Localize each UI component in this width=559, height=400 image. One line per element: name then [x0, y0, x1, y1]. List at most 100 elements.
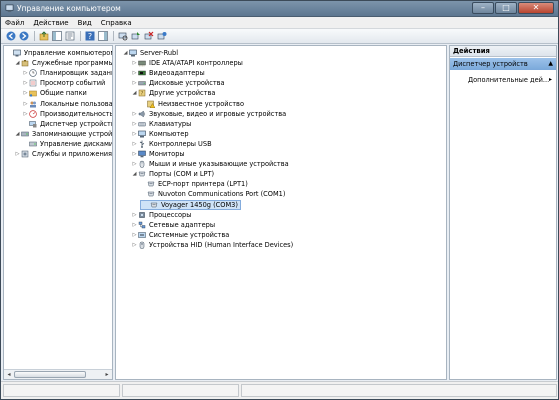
device-tree-item-label: Мониторы	[149, 150, 185, 158]
device-tree-item-row[interactable]: Voyager 1450g (COM3)	[140, 199, 241, 210]
expand-arrow-icon[interactable]: ▷	[131, 139, 138, 149]
console-tree-item-label: Служебные программы	[32, 59, 113, 68]
scroll-right-arrow[interactable]: ▸	[102, 370, 112, 379]
scroll-thumb[interactable]	[14, 371, 86, 378]
console-tree-pane[interactable]: Управление компьютером (л◢Служебные прог…	[3, 45, 113, 380]
device-tree-item-row[interactable]: ▷ Процессоры	[131, 210, 192, 220]
expand-arrow-icon[interactable]: ▷	[14, 149, 21, 159]
scroll-left-arrow[interactable]: ◂	[4, 370, 14, 379]
console-tree-item-row[interactable]: ▷ Производительность	[22, 109, 112, 119]
storage-icon	[21, 131, 29, 137]
horizontal-scrollbar[interactable]: ◂ ▸	[4, 369, 112, 379]
properties-icon[interactable]	[64, 31, 75, 42]
monitor-icon	[138, 150, 146, 158]
expand-arrow-icon[interactable]: ▷	[131, 119, 138, 129]
console-tree-item-row[interactable]: ▷ Службы и приложения	[14, 149, 112, 159]
device-tree-item-row[interactable]: Nuvoton Communications Port (COM1)	[140, 189, 285, 199]
up-folder-icon[interactable]	[38, 31, 49, 42]
device-tree-item-label: Voyager 1450g (COM3)	[161, 200, 238, 209]
device-tree-item-label: Порты (COM и LPT)	[149, 170, 215, 179]
expand-arrow-icon[interactable]: ▷	[22, 78, 29, 88]
device-tree-item-row[interactable]: ECP-порт принтера (LPT1)	[140, 179, 248, 189]
console-tree-item-row[interactable]: ▷ Планировщик заданий	[22, 68, 112, 78]
expand-arrow-icon[interactable]: ▷	[131, 240, 138, 250]
more-actions-item[interactable]: Дополнительные дей... ▸	[468, 76, 552, 84]
collapse-arrow-icon[interactable]: ◢	[14, 129, 21, 139]
device-tree-item-row[interactable]: ▷ Видеоадаптеры	[131, 68, 205, 78]
uninstall-device-icon[interactable]	[156, 31, 167, 42]
expand-arrow-icon[interactable]: ▷	[131, 78, 138, 88]
console-tree-item-row[interactable]: Управление компьютером (л	[6, 48, 113, 58]
actions-section-label: Диспетчер устройств	[453, 60, 528, 68]
menu-help[interactable]: Справка	[101, 19, 132, 27]
expand-arrow-icon[interactable]: ▷	[131, 68, 138, 78]
show-hide-action-icon[interactable]	[97, 31, 108, 42]
expand-arrow-icon[interactable]: ▷	[131, 159, 138, 169]
device-tree-item-row[interactable]: ▷ Устройства HID (Human Interface Devices…	[131, 240, 294, 250]
device-tree-item-row[interactable]: ▷ Мониторы	[131, 149, 185, 159]
menu-action[interactable]: Действие	[33, 19, 68, 27]
collapse-arrow-icon[interactable]: ◢	[131, 88, 138, 98]
actions-header: Действия	[450, 46, 556, 57]
shared-folder-icon	[29, 91, 37, 98]
show-hide-tree-icon[interactable]	[51, 31, 62, 42]
minimize-button[interactable]: –	[472, 2, 494, 14]
device-tree-item-row[interactable]: ▷ Звуковые, видео и игровые устройства	[131, 109, 287, 119]
device-tree-item-row[interactable]: ▷ Контроллеры USB	[131, 139, 212, 149]
console-tree-item-row[interactable]: ▷ Общие папки	[22, 88, 87, 98]
expand-arrow-icon[interactable]: ▷	[131, 220, 138, 230]
device-tree-item-row[interactable]: ◢ Порты (COM и LPT)	[131, 169, 215, 179]
console-tree-item-row[interactable]: ▷ Просмотр событий	[22, 78, 106, 88]
device-tree-item-row[interactable]: ▷ Сетевые адаптеры	[131, 220, 215, 230]
actions-section-device-manager[interactable]: Диспетчер устройств ▲	[450, 58, 556, 70]
expand-arrow-icon[interactable]: ▷	[22, 88, 29, 98]
help-icon[interactable]: ?	[84, 31, 95, 42]
usb-icon	[139, 140, 145, 148]
sound-icon	[138, 110, 146, 118]
expand-arrow-icon[interactable]: ▷	[131, 129, 138, 139]
scan-hardware-icon[interactable]	[117, 31, 128, 42]
device-tree-item-label: Видеоадаптеры	[149, 69, 205, 78]
device-tree-item-row[interactable]: ◢? Другие устройства	[131, 88, 216, 98]
menu-view[interactable]: Вид	[78, 19, 92, 27]
device-tree-item-row[interactable]: Неизвестное устройство	[140, 99, 244, 109]
console-tree-item-row[interactable]: ◢ Служебные программы	[14, 58, 113, 68]
expand-arrow-icon[interactable]: ▷	[22, 99, 29, 109]
console-tree-item-row[interactable]: Управление дисками	[22, 139, 112, 149]
collapse-arrow-icon[interactable]: ◢	[131, 169, 138, 179]
hid-icon	[139, 241, 145, 249]
maximize-button[interactable]: □	[495, 2, 517, 14]
toolbar-separator	[113, 31, 114, 41]
device-tree-item-row[interactable]: ▷ IDE ATA/ATAPI контроллеры	[131, 58, 243, 68]
device-tree-item-row[interactable]: ▷ Мыши и иные указывающие устройства	[131, 159, 289, 169]
expand-arrow-icon[interactable]: ▷	[131, 58, 138, 68]
disable-device-icon[interactable]	[143, 31, 154, 42]
expand-arrow-icon[interactable]: ▷	[22, 68, 29, 78]
expand-arrow-icon[interactable]: ▷	[131, 230, 138, 240]
expand-arrow-icon[interactable]: ▷	[131, 149, 138, 159]
close-button[interactable]: ✕	[518, 2, 554, 14]
device-tree-item-row[interactable]: ◢ Server-Rubl	[122, 48, 179, 58]
back-icon[interactable]	[5, 31, 16, 42]
title-bar[interactable]: Управление компьютером – □ ✕	[1, 1, 558, 17]
collapse-arrow-icon[interactable]: ◢	[122, 48, 129, 58]
device-tree-item-row[interactable]: ▷ Системные устройства	[131, 230, 230, 240]
console-tree-item-label: Управление компьютером (л	[24, 49, 113, 57]
console-tree-item-row[interactable]: Диспетчер устройств	[22, 119, 112, 129]
collapse-arrow-icon[interactable]: ◢	[14, 58, 21, 68]
device-tree-pane[interactable]: ◢ Server-Rubl ▷ IDE ATA/ATAPI контроллеры ▷ В…	[115, 45, 447, 380]
collapse-arrow-icon[interactable]: ▲	[548, 58, 553, 70]
console-tree-item-row[interactable]: ◢ Запоминающие устройст	[14, 129, 112, 139]
device-tree-item-row[interactable]: ▷ Клавиатуры	[131, 119, 192, 129]
device-tree-item-row[interactable]: ▷ Дисковые устройства	[131, 78, 225, 88]
other-devices-icon: ?	[138, 90, 146, 97]
menu-file[interactable]: Файл	[5, 19, 24, 27]
expand-arrow-icon[interactable]: ▷	[22, 109, 29, 119]
console-tree-item-row[interactable]: ▷ Локальные пользовате	[22, 99, 112, 109]
update-driver-icon[interactable]	[130, 31, 141, 42]
forward-icon[interactable]	[18, 31, 29, 42]
device-tree-item-row[interactable]: ▷ Компьютер	[131, 129, 189, 139]
device-tree-item-label: Дисковые устройства	[149, 79, 225, 88]
expand-arrow-icon[interactable]: ▷	[131, 210, 138, 220]
expand-arrow-icon[interactable]: ▷	[131, 109, 138, 119]
